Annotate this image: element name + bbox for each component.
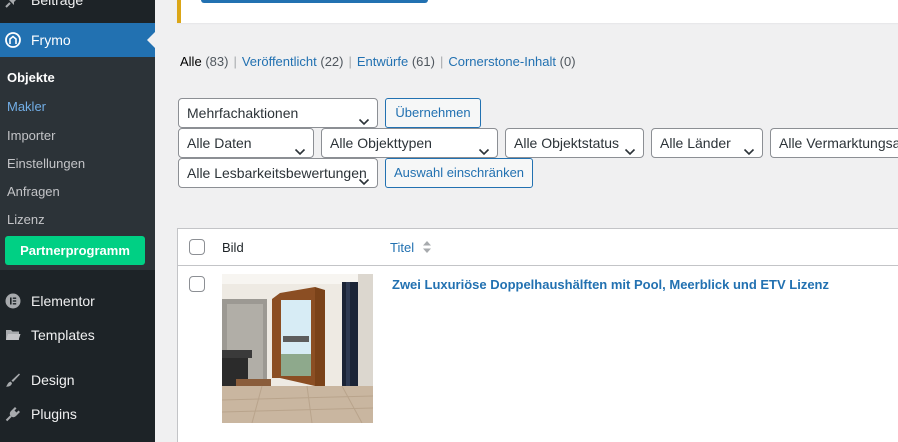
submenu-item-lizenz[interactable]: Lizenz xyxy=(7,212,45,227)
view-cornerstone-link[interactable]: Cornerstone-Inhalt xyxy=(448,54,556,69)
sidebar-item-elementor[interactable]: Elementor xyxy=(0,284,155,318)
table-header: Bild Titel xyxy=(178,229,898,266)
pin-icon xyxy=(5,0,21,8)
filter-status-value: Alle Objektstatus xyxy=(514,135,620,151)
sidebar-item-label: Frymo xyxy=(31,32,71,48)
column-header-image: Bild xyxy=(222,240,244,255)
view-all-link[interactable]: Alle xyxy=(180,54,202,69)
filter-readability-value: Alle Lesbarkeitsbewertungen xyxy=(187,165,367,181)
view-drafts-link[interactable]: Entwürfe xyxy=(357,54,408,69)
view-all-count: (83) xyxy=(205,54,229,69)
apply-bulk-button[interactable]: Übernehmen xyxy=(385,98,481,128)
view-drafts-count: (61) xyxy=(411,54,435,69)
sidebar-item-label: Elementor xyxy=(31,293,95,309)
filter-marketing-value: Alle Vermarktungsarten xyxy=(779,135,898,151)
sidebar-item-templates[interactable]: Templates xyxy=(0,318,155,352)
submenu-item-makler[interactable]: Makler xyxy=(7,99,46,114)
view-filter-links: Alle (83) | Veröffentlicht (22) | Entwürfe (… xyxy=(180,54,576,69)
bulk-action-value: Mehrfachaktionen xyxy=(187,105,299,121)
filter-status-select[interactable]: Alle Objektstatus xyxy=(505,128,644,158)
sidebar-item-label: Templates xyxy=(31,327,95,343)
sort-icon[interactable] xyxy=(422,239,432,255)
admin-sidebar: Beiträge Frymo Objekte Makler Importer E… xyxy=(0,0,155,442)
filter-countries-select[interactable]: Alle Länder xyxy=(651,128,763,158)
chevron-down-icon xyxy=(358,108,370,126)
chevron-down-icon xyxy=(358,168,370,186)
row-title-link[interactable]: Zwei Luxuriöse Doppelhaushälften mit Poo… xyxy=(392,277,829,292)
current-menu-arrow xyxy=(147,32,155,48)
property-thumbnail[interactable] xyxy=(222,274,373,423)
filter-readability-select[interactable]: Alle Lesbarkeitsbewertungen xyxy=(178,158,378,188)
chevron-down-icon xyxy=(294,138,306,156)
filter-types-select[interactable]: Alle Objekttypen xyxy=(321,128,498,158)
view-published-count: (22) xyxy=(320,54,344,69)
column-header-title[interactable]: Titel xyxy=(390,240,414,255)
view-published-link[interactable]: Veröffentlicht xyxy=(242,54,317,69)
submenu-item-einstellungen[interactable]: Einstellungen xyxy=(7,156,85,171)
filter-submit-button[interactable]: Auswahl einschränken xyxy=(385,158,533,188)
filter-dates-value: Alle Daten xyxy=(187,135,252,151)
chevron-down-icon xyxy=(478,138,490,156)
view-cornerstone-count: (0) xyxy=(559,54,576,69)
bulk-action-select[interactable]: Mehrfachaktionen xyxy=(178,98,378,128)
filter-types-value: Alle Objekttypen xyxy=(330,135,432,151)
plugin-icon xyxy=(5,406,21,422)
objects-table: Bild Titel Zwei Luxuriöse Doppelhaushälf… xyxy=(177,228,898,442)
elementor-icon xyxy=(5,293,21,309)
chevron-down-icon xyxy=(624,138,636,156)
sidebar-item-posts[interactable]: Beiträge xyxy=(0,0,155,10)
folder-icon xyxy=(5,327,21,343)
filter-marketing-select[interactable]: Alle Vermarktungsarten xyxy=(770,128,898,158)
paintbrush-icon xyxy=(5,372,21,388)
row-checkbox[interactable] xyxy=(189,276,205,292)
sidebar-item-design[interactable]: Design xyxy=(0,363,155,397)
submenu-item-importer[interactable]: Importer xyxy=(7,128,55,143)
sidebar-item-frymo[interactable]: Frymo xyxy=(0,23,155,57)
select-all-checkbox[interactable] xyxy=(189,239,205,255)
sidebar-item-label: Beiträge xyxy=(31,0,84,8)
sidebar-item-label: Plugins xyxy=(31,406,77,422)
partner-program-button[interactable]: Partnerprogramm xyxy=(5,236,145,265)
sidebar-item-plugins[interactable]: Plugins xyxy=(0,397,155,431)
sidebar-item-label: Design xyxy=(31,372,75,388)
main-content: Alle (83) | Veröffentlicht (22) | Entwürfe (… xyxy=(155,0,898,442)
submenu-item-anfragen[interactable]: Anfragen xyxy=(7,184,60,199)
notice-action-button[interactable] xyxy=(201,0,428,3)
submenu-item-objekte[interactable]: Objekte xyxy=(7,70,55,85)
filter-dates-select[interactable]: Alle Daten xyxy=(178,128,314,158)
frymo-logo-icon xyxy=(5,32,21,48)
admin-notice xyxy=(177,0,898,23)
chevron-down-icon xyxy=(743,138,755,156)
filter-countries-value: Alle Länder xyxy=(660,135,731,151)
